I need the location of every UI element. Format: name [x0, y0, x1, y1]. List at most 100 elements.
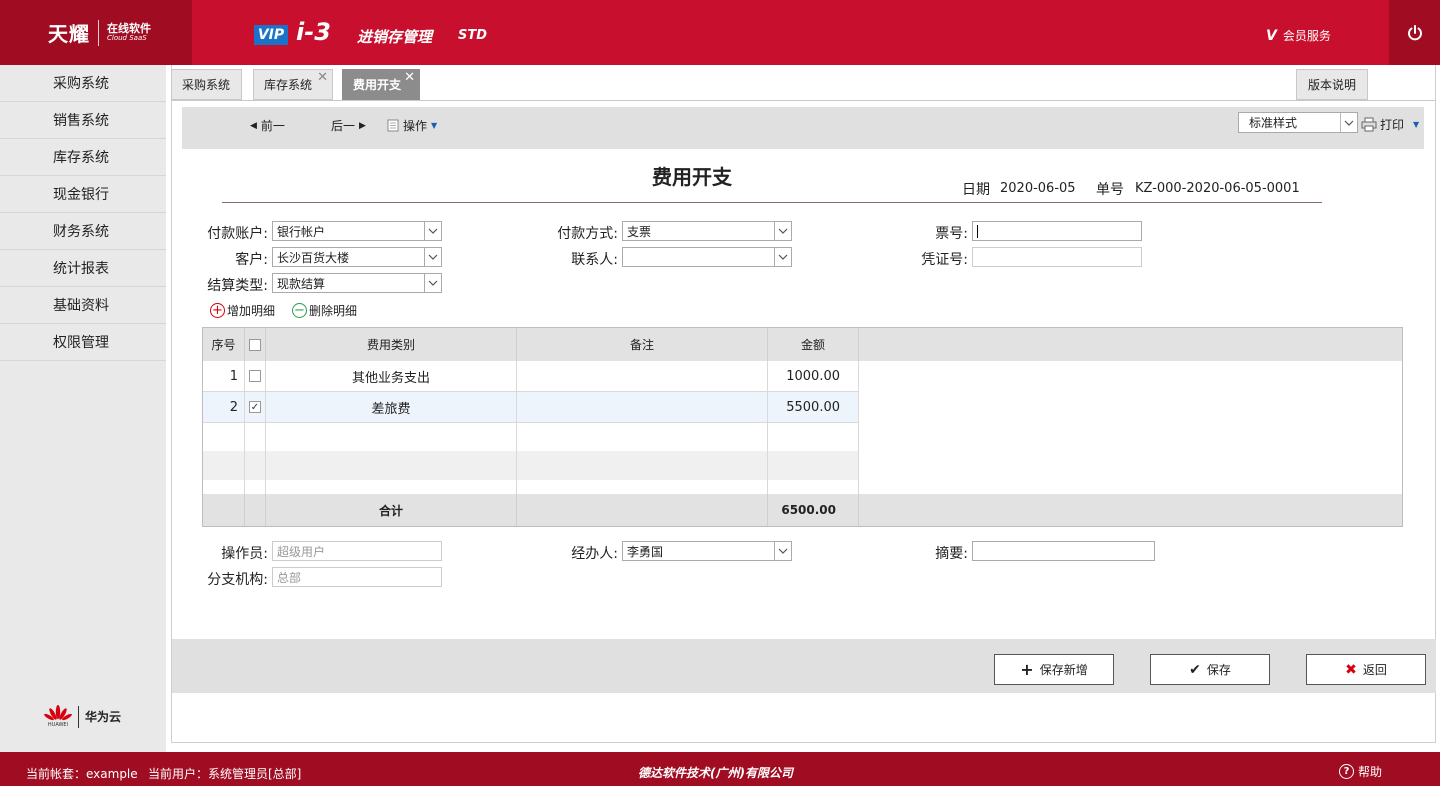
table-cell-category[interactable]: 其他业务支出 [266, 361, 517, 392]
empty-cell [245, 423, 266, 451]
text-cursor [977, 224, 978, 238]
partner-name: 华为云 [85, 710, 122, 724]
sidebar-item-reports[interactable]: 统计报表 [0, 250, 166, 287]
detail-grid: 序号 费用类别 备注 金额 1 其他业务支出 1000.00 2 ✓ 差旅费 5… [202, 327, 1403, 527]
print-label: 打印 [1380, 118, 1405, 132]
version-label: i-3 [296, 18, 331, 46]
back-label: 返回 [1362, 663, 1387, 677]
select-all-checkbox[interactable] [249, 338, 261, 351]
customer-value: 长沙百货大楼 [277, 250, 350, 265]
tab-label: 费用开支 [353, 78, 402, 92]
row-checkbox-checked[interactable]: ✓ [249, 401, 261, 413]
sidebar-item-label: 现金银行 [53, 187, 109, 203]
tab-expense[interactable]: 费用开支 ✕ [342, 69, 420, 100]
operations-menu[interactable]: 操作 ▼ [387, 117, 437, 134]
plus-circle-icon: + [210, 303, 225, 318]
sidebar-item-sales[interactable]: 销售系统 [0, 102, 166, 139]
voucher-number-label: 凭证号: [921, 252, 968, 268]
column-header-seq: 序号 [203, 328, 245, 361]
tab-inventory[interactable]: 库存系统 ✕ [253, 69, 333, 100]
pay-account-select[interactable]: 银行帐户 [272, 221, 442, 241]
printer-icon [1361, 117, 1377, 132]
table-cell-amount[interactable]: 5500.00 [768, 392, 859, 423]
huawei-small-text: HUAWEI [47, 722, 69, 728]
print-button[interactable]: 打印 ▼ [1361, 116, 1419, 133]
triangle-left-icon: ◀ [250, 120, 257, 131]
operations-label: 操作 [403, 119, 428, 133]
save-and-new-button[interactable]: + 保存新增 [994, 654, 1114, 685]
close-x-icon: ✖ [1345, 661, 1357, 678]
summary-input[interactable] [972, 541, 1155, 561]
pay-account-value: 银行帐户 [277, 224, 326, 239]
total-cell [517, 494, 768, 526]
ticket-number-input[interactable] [972, 221, 1142, 241]
table-cell-amount[interactable]: 1000.00 [768, 361, 859, 392]
tab-label: 采购系统 [182, 78, 231, 92]
plus-icon: + [1020, 659, 1034, 679]
sidebar-item-label: 权限管理 [53, 335, 109, 351]
settlement-type-select[interactable]: 现款结算 [272, 273, 442, 293]
chevron-down-icon [424, 248, 441, 266]
tab-label: 库存系统 [264, 78, 313, 92]
help-link[interactable]: ? 帮助 [1339, 763, 1382, 780]
total-cell [245, 494, 266, 526]
prev-button[interactable]: ◀ 前一 [250, 117, 285, 134]
sidebar-item-label: 采购系统 [53, 76, 109, 92]
sidebar-item-purchase[interactable]: 采购系统 [0, 65, 166, 102]
empty-cell [517, 451, 768, 480]
minus-circle-icon: − [292, 303, 307, 318]
handler-label: 经办人: [571, 546, 618, 562]
current-account: 当前帐套：example [26, 767, 138, 781]
partner-logo: HUAWEI 华为云 [44, 705, 121, 728]
app-header [0, 0, 1440, 65]
logout-button[interactable] [1389, 0, 1440, 65]
row-checkbox[interactable] [249, 370, 261, 382]
tab-purchase[interactable]: 采购系统 [171, 69, 242, 100]
empty-cell [245, 451, 266, 480]
settlement-type-value: 现款结算 [277, 276, 326, 291]
page-title: 费用开支 [652, 165, 732, 189]
partner-divider [78, 705, 79, 728]
contact-select[interactable] [622, 247, 792, 267]
table-cell-remark[interactable] [517, 361, 768, 392]
status-bar: 当前帐套：example 当前用户：系统管理员[总部] 德达软件技术(广州)有限… [0, 752, 1440, 786]
save-button[interactable]: ✔ 保存 [1150, 654, 1270, 685]
logo-divider [98, 19, 99, 46]
column-header-amount: 金额 [768, 328, 859, 361]
customer-select[interactable]: 长沙百货大楼 [272, 247, 442, 267]
version-notes-button[interactable]: 版本说明 [1296, 69, 1368, 100]
empty-cell [203, 480, 245, 494]
close-icon[interactable]: ✕ [317, 70, 328, 85]
handler-select[interactable]: 李勇国 [622, 541, 792, 561]
sidebar-item-finance[interactable]: 财务系统 [0, 213, 166, 250]
sidebar-item-cash-bank[interactable]: 现金银行 [0, 176, 166, 213]
company-name: 德达软件技术(广州)有限公司 [638, 766, 793, 780]
logo-main-text: 天耀 [48, 22, 90, 46]
next-button[interactable]: 后一 ▶ [331, 117, 366, 134]
table-cell-select: ✓ [245, 392, 266, 423]
empty-cell [768, 423, 859, 451]
close-icon[interactable]: ✕ [404, 70, 415, 85]
member-v-icon: V [1266, 27, 1277, 44]
product-name: 进销存管理 [357, 28, 433, 46]
question-circle-icon: ? [1339, 764, 1354, 779]
doc-number-value: KZ-000-2020-06-05-0001 [1135, 181, 1300, 196]
pay-method-select[interactable]: 支票 [622, 221, 792, 241]
sidebar-item-label: 库存系统 [53, 150, 109, 166]
add-detail-label: 增加明细 [227, 304, 276, 318]
sidebar-item-basic-data[interactable]: 基础资料 [0, 287, 166, 324]
print-style-select[interactable]: 标准样式 [1238, 112, 1358, 133]
sidebar-item-permissions[interactable]: 权限管理 [0, 324, 166, 361]
delete-detail-button[interactable]: − 删除明细 [292, 302, 357, 319]
date-label: 日期 [962, 182, 990, 198]
table-cell-category[interactable]: 差旅费 [266, 392, 517, 423]
total-amount: 6500.00 [768, 494, 859, 526]
sidebar-item-label: 基础资料 [53, 298, 109, 314]
member-service-link[interactable]: V 会员服务 [1266, 27, 1331, 44]
sidebar-item-inventory[interactable]: 库存系统 [0, 139, 166, 176]
add-detail-button[interactable]: + 增加明细 [210, 302, 275, 319]
chevron-down-icon [424, 222, 441, 240]
table-cell-remark[interactable] [517, 392, 768, 423]
back-button[interactable]: ✖ 返回 [1306, 654, 1426, 685]
voucher-number-input[interactable] [972, 247, 1142, 267]
